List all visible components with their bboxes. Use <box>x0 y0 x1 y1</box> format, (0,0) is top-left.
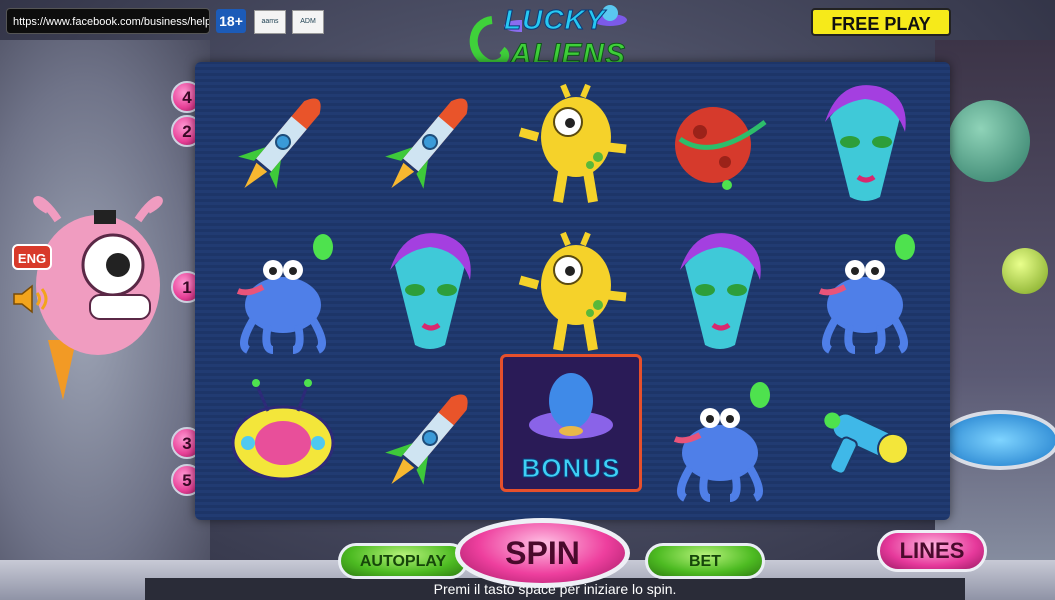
yellow-alien-icon <box>518 83 627 203</box>
ufo-pod-icon <box>231 379 335 481</box>
reel-grid: BONUS <box>195 62 950 520</box>
blue-octopus-alien-icon <box>673 382 770 502</box>
blue-octopus-alien-icon <box>236 234 333 354</box>
symbol-blue-octopus-alien <box>795 220 935 360</box>
symbol-blue-octopus-alien <box>213 220 353 360</box>
age-rating-badge: 18+ <box>216 9 246 33</box>
green-planet-decor <box>948 100 1030 182</box>
adm-logo: ADM <box>292 10 324 34</box>
red-planet-icon <box>675 107 767 190</box>
blue-octopus-alien-icon <box>818 234 915 354</box>
language-button[interactable]: ENG <box>12 244 52 270</box>
spin-button[interactable]: SPIN <box>455 518 630 588</box>
symbol-red-planet <box>650 72 790 212</box>
symbol-rocket <box>360 72 500 212</box>
symbol-female-alien <box>795 72 935 212</box>
symbol-ray-gun <box>795 368 935 508</box>
rocket-icon <box>385 394 468 485</box>
bonus-ufo-icon <box>529 372 613 439</box>
yellow-alien-icon <box>518 231 627 351</box>
sound-icon[interactable] <box>12 284 50 314</box>
symbol-yellow-alien <box>503 72 643 212</box>
female-alien-icon <box>680 233 761 349</box>
rocket-icon <box>238 98 321 189</box>
symbol-ufo-pod <box>213 368 353 508</box>
aams-logo: aams <box>254 10 286 34</box>
support-link[interactable]: https://www.facebook.com/business/help/s… <box>6 8 210 34</box>
female-alien-icon <box>390 233 471 349</box>
symbol-rocket <box>360 368 500 508</box>
symbol-female-alien <box>650 220 790 360</box>
title-line-1: LUCKY <box>503 4 606 36</box>
bet-button[interactable]: BET <box>645 543 765 579</box>
symbol-blue-octopus-alien <box>650 368 790 508</box>
blue-pool-decor <box>940 410 1055 470</box>
female-alien-icon <box>825 85 906 201</box>
lime-planet-decor <box>1002 248 1048 294</box>
rocket-icon <box>385 98 468 189</box>
symbol-bonus: BONUS <box>500 354 642 492</box>
autoplay-button[interactable]: AUTOPLAY <box>338 543 468 579</box>
bonus-label: BONUS <box>521 452 621 483</box>
symbol-rocket <box>213 72 353 212</box>
free-play-badge: FREE PLAY <box>811 8 951 36</box>
ray-gun-icon <box>824 412 910 475</box>
symbol-yellow-alien <box>503 220 643 360</box>
lines-button[interactable]: LINES <box>877 530 987 572</box>
symbol-female-alien <box>360 220 500 360</box>
